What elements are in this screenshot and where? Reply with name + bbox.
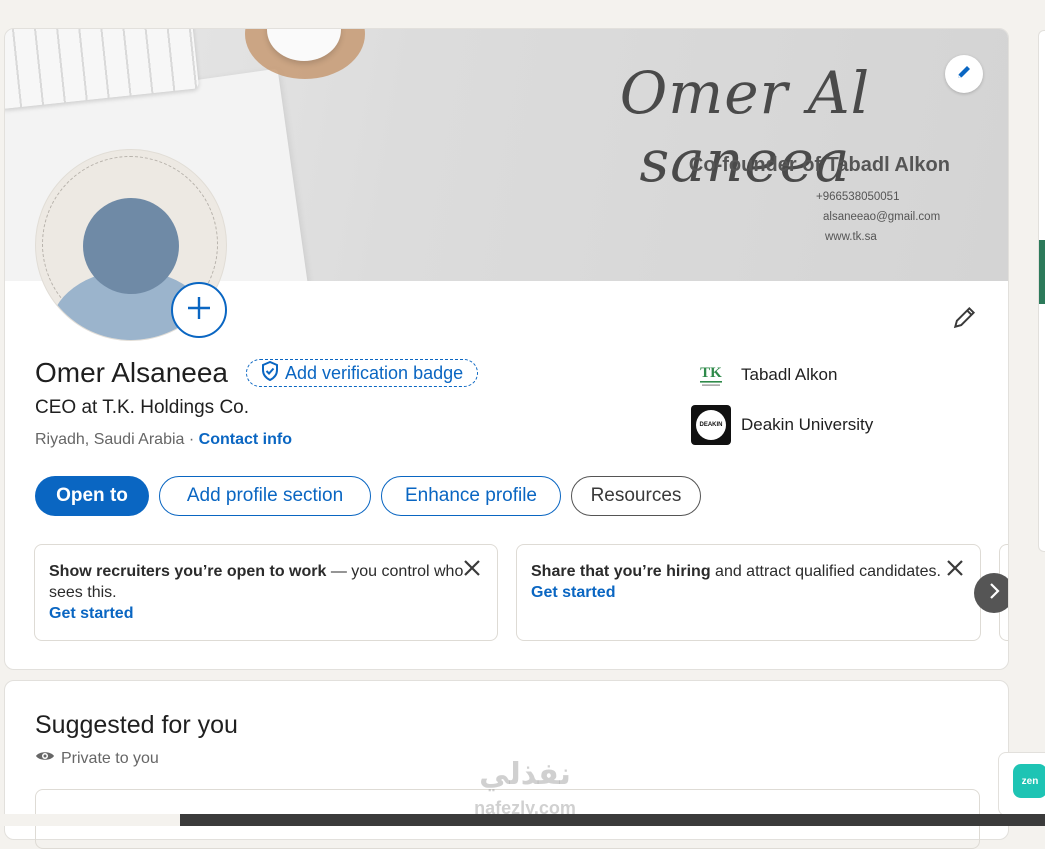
verification-label: Add verification badge — [285, 362, 464, 383]
privacy-note: Private to you — [35, 749, 159, 768]
close-icon[interactable] — [461, 557, 483, 579]
open-to-button[interactable]: Open to — [35, 476, 149, 516]
promo-bold-text: Show recruiters you’re open to work — [49, 563, 327, 580]
edit-intro-button[interactable] — [949, 303, 981, 335]
profile-name: Omer Alsaneea — [35, 357, 228, 388]
zen-extension-icon[interactable]: zen — [1013, 764, 1045, 798]
banner-phone: +966538050051 — [816, 191, 900, 203]
pencil-icon — [952, 304, 978, 335]
profile-card: Omer Al saneea Co-founder of Tabadl Alko… — [4, 28, 1009, 670]
watermark: نفذلي nafezly.com — [455, 758, 595, 819]
shield-check-icon — [261, 360, 279, 386]
watermark-arabic: نفذلي — [479, 758, 571, 791]
resources-button[interactable]: Resources — [571, 476, 701, 516]
eye-icon — [35, 749, 55, 768]
plus-icon — [186, 295, 212, 326]
add-verification-badge-button[interactable]: Add verification badge — [246, 359, 479, 387]
chevron-right-icon — [987, 580, 1001, 606]
open-to-work-promo: Show recruiters you’re open to work — yo… — [34, 544, 498, 641]
banner-subtitle: Co-founder of Tabadl Alkon — [688, 154, 950, 176]
org-deakin-university[interactable]: DEAKIN Deakin University — [691, 405, 873, 445]
org-name: Deakin University — [741, 415, 874, 434]
promo-text: and attract qualified candidates. — [710, 563, 941, 580]
deakin-logo-text: DEAKIN — [696, 410, 726, 440]
carousel-next-button[interactable] — [974, 573, 1008, 613]
profile-location: Riyadh, Saudi Arabia — [35, 431, 185, 448]
deakin-logo: DEAKIN — [691, 405, 731, 445]
tabadl-logo-text: TK — [700, 365, 722, 381]
suggested-title: Suggested for you — [35, 711, 238, 739]
promo-bold-text: Share that you’re hiring — [531, 563, 711, 580]
hiring-promo: Share that you’re hiring and attract qua… — [516, 544, 981, 641]
edit-banner-button[interactable] — [945, 55, 983, 93]
org-name: Tabadl Alkon — [741, 365, 838, 384]
contact-info-link[interactable]: Contact info — [199, 431, 292, 448]
get-started-link[interactable]: Get started — [531, 582, 966, 603]
close-icon[interactable] — [944, 557, 966, 579]
tabadl-alkon-logo: TK — [691, 355, 731, 395]
avatar-head — [83, 198, 179, 294]
get-started-link[interactable]: Get started — [49, 603, 483, 624]
add-profile-section-button[interactable]: Add profile section — [159, 476, 371, 516]
banner-email: alsaneeao@gmail.com — [823, 211, 941, 223]
privacy-label: Private to you — [61, 749, 159, 767]
pencil-icon — [955, 63, 973, 86]
profile-location-line: Riyadh, Saudi Arabia · Contact info — [35, 431, 292, 449]
right-rail-accent — [1039, 240, 1045, 304]
banner-website: www.tk.sa — [825, 231, 877, 243]
profile-headline: CEO at T.K. Holdings Co. — [35, 397, 250, 418]
taskbar — [0, 814, 1045, 826]
org-tabadl-alkon[interactable]: TK Tabadl Alkon — [691, 355, 837, 395]
add-photo-button[interactable] — [171, 282, 227, 338]
enhance-profile-button[interactable]: Enhance profile — [381, 476, 561, 516]
location-separator: · — [184, 431, 199, 448]
